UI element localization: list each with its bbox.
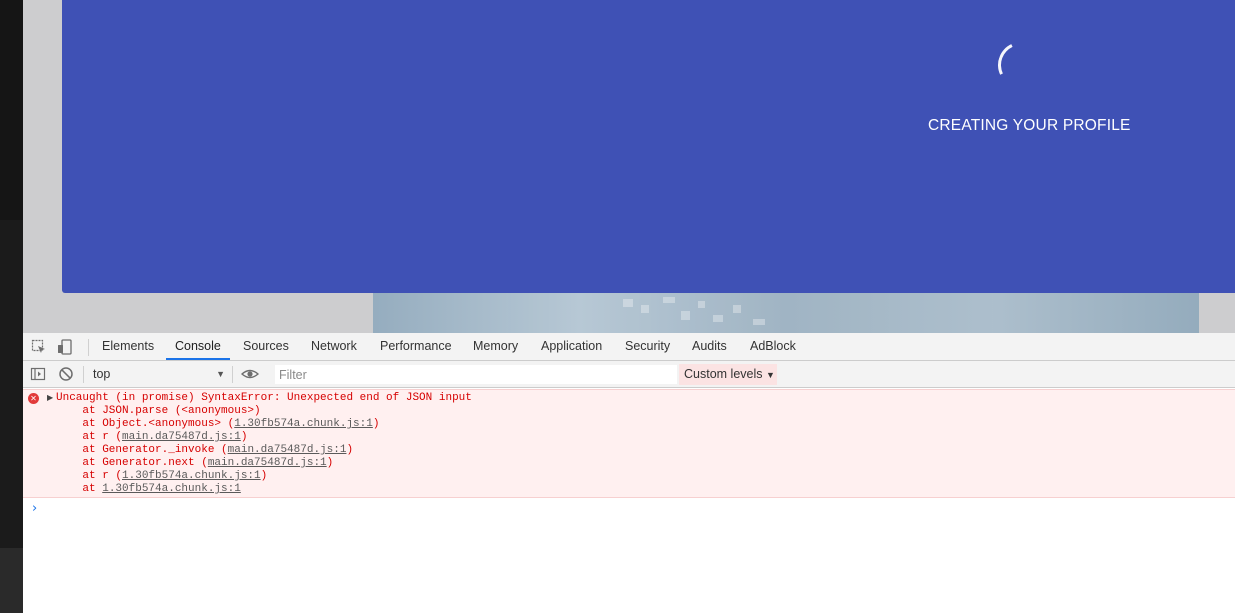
source-link[interactable]: main.da75487d.js:1 (122, 431, 241, 443)
tab-security[interactable]: Security (625, 333, 670, 360)
tab-adblock[interactable]: AdBlock (750, 333, 796, 360)
context-selector-value: top (93, 367, 111, 381)
show-sidebar-icon[interactable] (30, 366, 46, 382)
source-link[interactable]: main.da75487d.js:1 (208, 457, 327, 469)
source-link[interactable]: main.da75487d.js:1 (228, 444, 347, 456)
stack-frame-line: at Generator.next (main.da75487d.js:1) (56, 457, 333, 470)
device-toolbar-icon[interactable] (57, 339, 73, 355)
tabbar-separator (88, 339, 89, 356)
dropdown-arrow-icon: ▼ (216, 369, 225, 379)
loading-banner: CREATING YOUR PROFILE (62, 0, 1235, 293)
stack-frame-line: at 1.30fb574a.chunk.js:1 (56, 483, 241, 496)
console-error-message: ✕ ▶ Uncaught (in promise) SyntaxError: U… (23, 389, 1235, 498)
stack-frame-suffix: ) (326, 457, 334, 469)
status-text: CREATING YOUR PROFILE (928, 117, 1131, 134)
stack-frame-text: at Generator.next ( (56, 457, 208, 469)
toolbar-separator (83, 366, 84, 383)
stack-frame-suffix: ) (240, 431, 248, 443)
console-filter-input[interactable] (275, 365, 677, 384)
chevron-down-icon: ▼ (765, 370, 775, 380)
tab-memory[interactable]: Memory (473, 333, 518, 360)
error-icon: ✕ (28, 393, 39, 404)
stack-frame-line: at Generator._invoke (main.da75487d.js:1… (56, 444, 353, 457)
stack-frame-text: at Object.<anonymous> ( (56, 418, 235, 430)
tab-sources[interactable]: Sources (243, 333, 289, 360)
source-link[interactable]: 1.30fb574a.chunk.js:1 (234, 418, 373, 430)
left-strip-lower (0, 548, 23, 613)
tab-application[interactable]: Application (541, 333, 602, 360)
stack-frame-text: at (56, 483, 103, 495)
stack-frame-text: at r ( (56, 470, 123, 482)
source-link[interactable]: 1.30fb574a.chunk.js:1 (102, 483, 241, 495)
stack-frame-suffix: ) (260, 470, 268, 482)
background-image (373, 293, 1199, 333)
console-toolbar: top ▼ Custom levels ▼ (23, 361, 1235, 388)
stack-frame-line: at r (1.30fb574a.chunk.js:1) (56, 470, 267, 483)
tab-elements[interactable]: Elements (102, 333, 154, 360)
stack-frame-text: at r ( (56, 431, 123, 443)
stack-frame-line: at r (main.da75487d.js:1) (56, 431, 247, 444)
toolbar-separator (232, 366, 233, 383)
devtools-tabbar: Elements Console Sources Network Perform… (23, 333, 1235, 361)
os-left-strip (0, 0, 23, 613)
context-selector[interactable]: top ▼ (93, 366, 225, 383)
tab-console[interactable]: Console (166, 333, 230, 360)
left-strip-upper (0, 0, 23, 220)
stack-frame-suffix: ) (346, 444, 354, 456)
loading-spinner-icon (991, 35, 1051, 95)
error-message-text: Uncaught (in promise) SyntaxError: Unexp… (56, 392, 472, 404)
stack-frame-line: at JSON.parse (<anonymous>) (56, 405, 261, 418)
log-levels-dropdown[interactable]: Custom levels ▼ (679, 364, 777, 385)
expand-triangle-icon[interactable]: ▶ (47, 393, 53, 402)
devtools-panel: Elements Console Sources Network Perform… (23, 333, 1235, 613)
tab-audits[interactable]: Audits (692, 333, 727, 360)
live-expression-eye-icon[interactable] (240, 366, 260, 382)
stack-frame-text: at Generator._invoke ( (56, 444, 228, 456)
tab-network[interactable]: Network (311, 333, 357, 360)
source-link[interactable]: 1.30fb574a.chunk.js:1 (122, 470, 261, 482)
inspect-element-icon[interactable] (31, 339, 47, 355)
tab-performance[interactable]: Performance (380, 333, 452, 360)
log-levels-label: Custom levels (684, 367, 763, 381)
clear-console-icon[interactable] (58, 366, 74, 382)
stack-frame-suffix: ) (372, 418, 380, 430)
console-prompt-icon[interactable]: › (32, 501, 37, 516)
stack-frame-line: at Object.<anonymous> (1.30fb574a.chunk.… (56, 418, 379, 431)
stack-frame-text: at JSON.parse (<anonymous>) (56, 405, 261, 417)
page-viewport: CREATING YOUR PROFILE (23, 0, 1235, 333)
